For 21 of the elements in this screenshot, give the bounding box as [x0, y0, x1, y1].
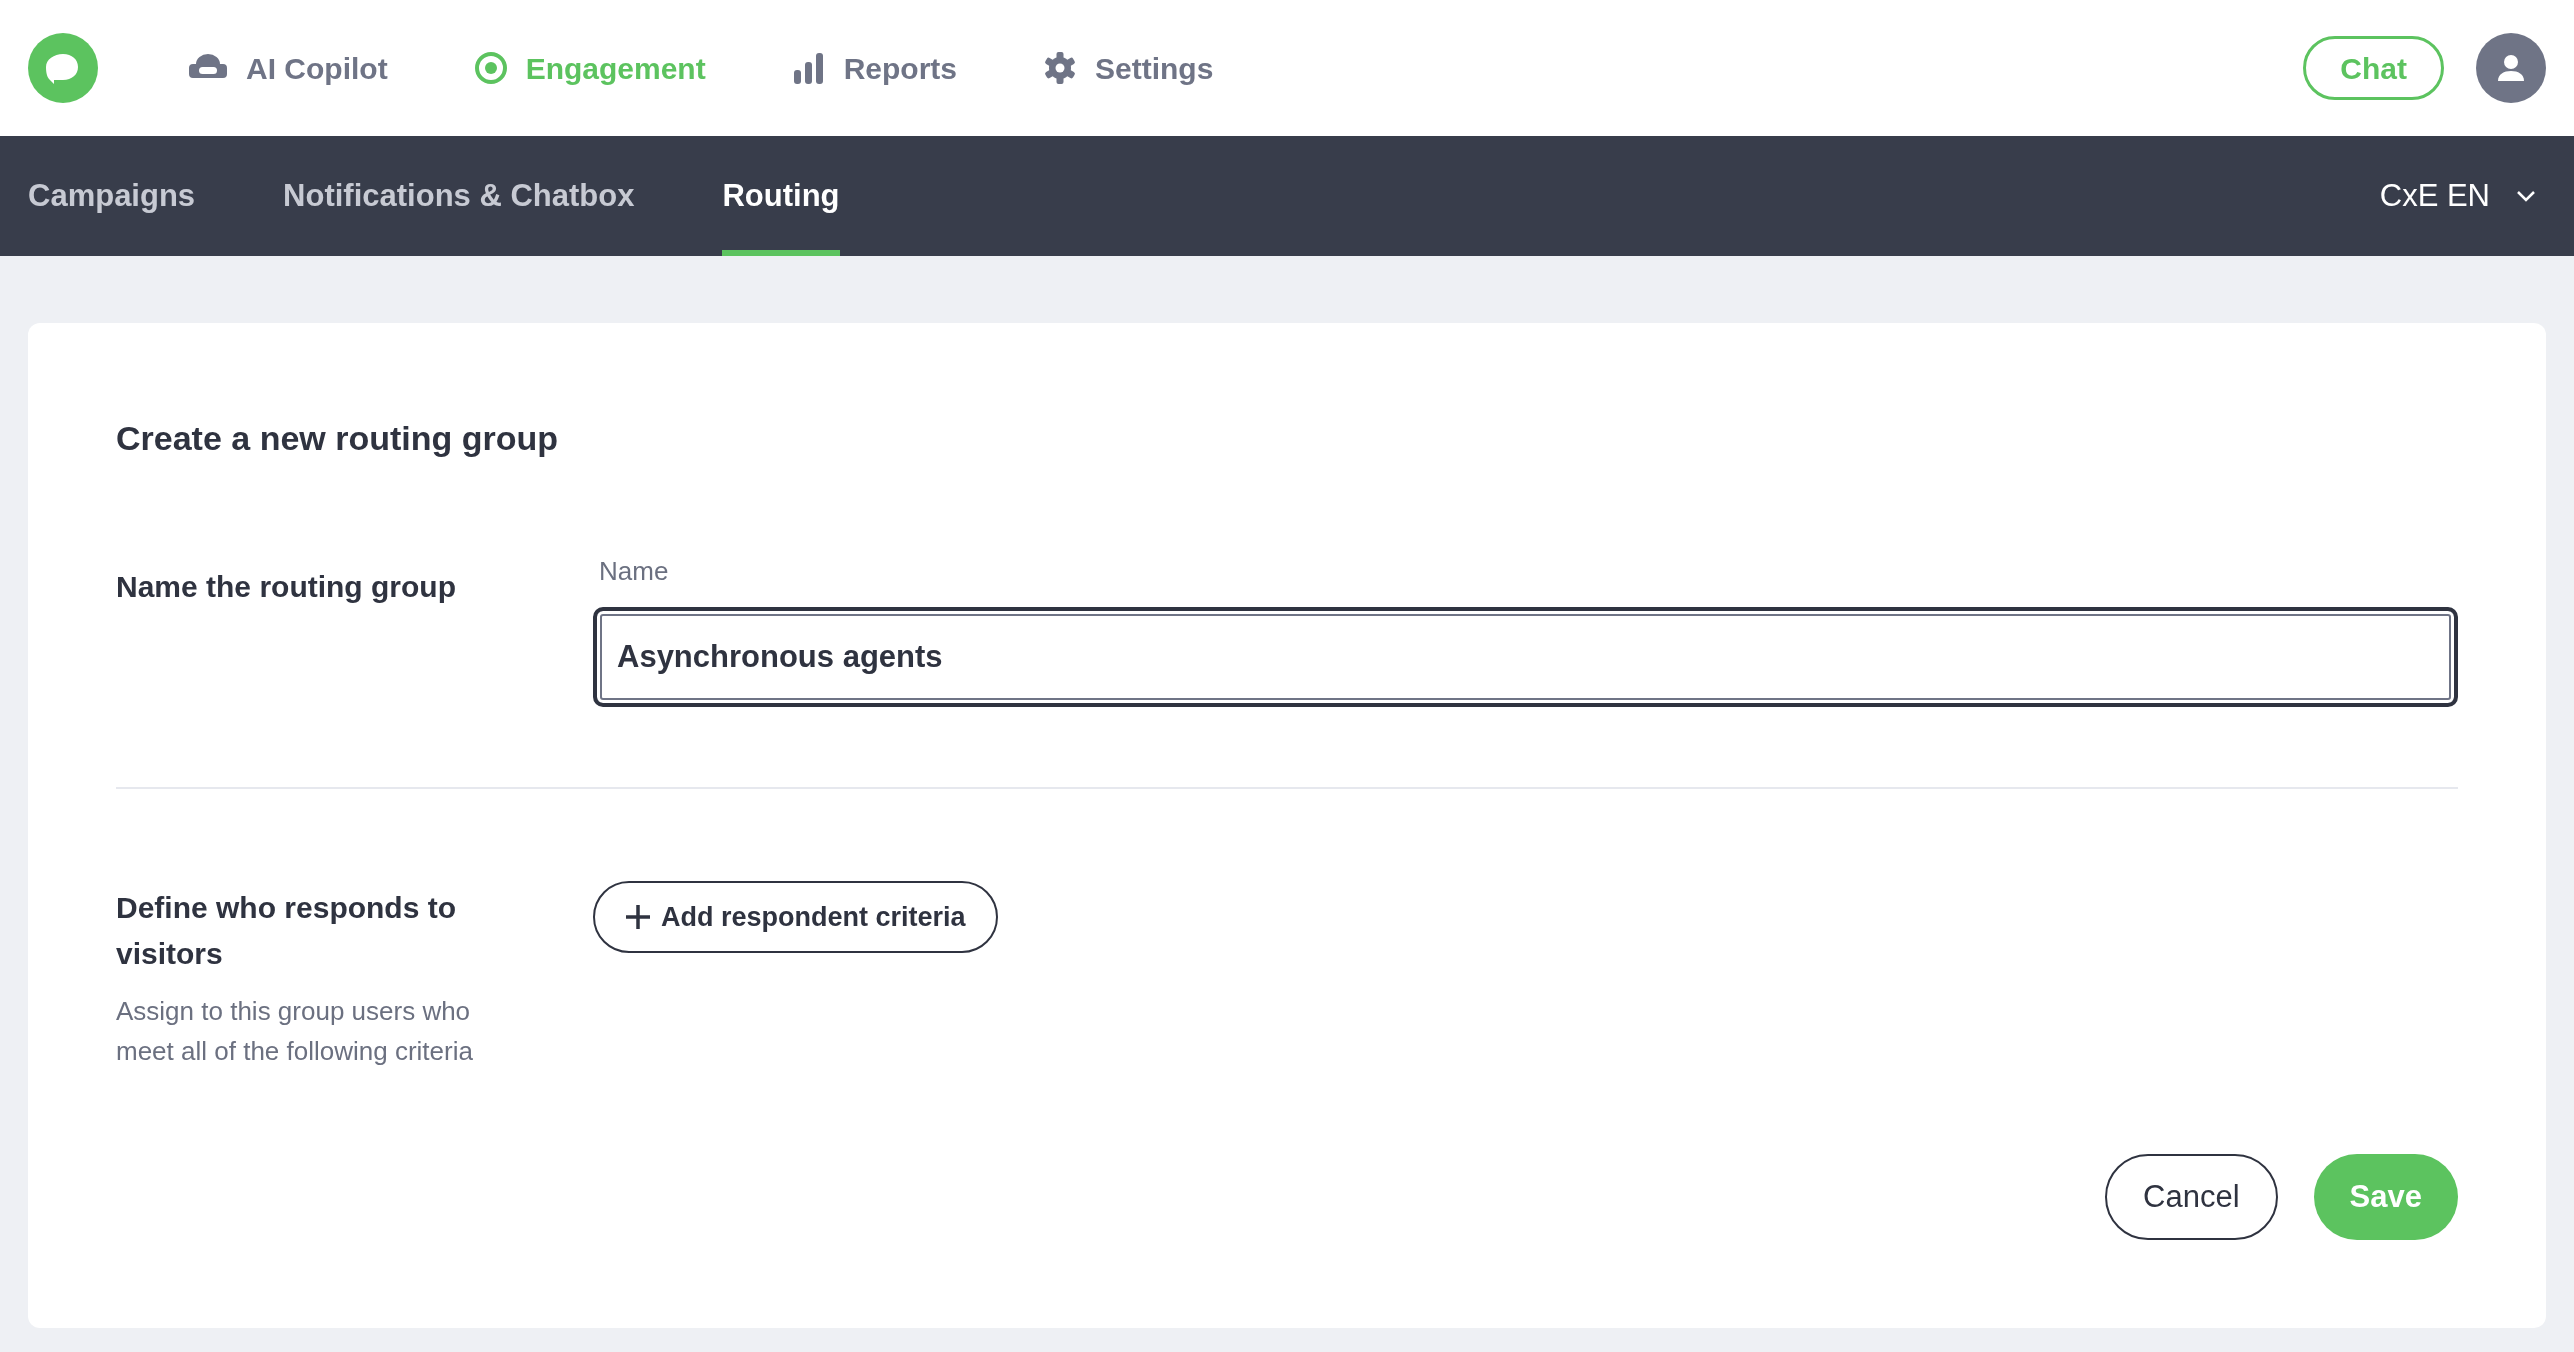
nav-item[interactable]: Settings — [1043, 45, 1214, 91]
section-heading: Name the routing group — [116, 569, 457, 605]
nav-item[interactable]: Reports — [791, 45, 958, 91]
form-title: Create a new routing group — [116, 418, 560, 459]
section-heading: Define who responds to visitors — [116, 890, 458, 972]
target-icon — [473, 51, 508, 85]
add-criteria-button[interactable]: Add respondent criteria — [593, 881, 998, 953]
field-label: Name — [599, 555, 669, 588]
user-avatar-icon[interactable] — [2476, 33, 2546, 103]
chevron-down-icon — [2516, 190, 2536, 202]
name-input-field[interactable]: Asynchronous agents — [593, 607, 2458, 707]
sub-tab[interactable]: Campaigns — [28, 136, 196, 256]
sub-tab[interactable]: Routing — [722, 136, 840, 256]
nav-item[interactable]: AI Copilot — [188, 45, 388, 91]
workspace-dropdown[interactable]: CxE EN — [2379, 136, 2546, 256]
settings-icon — [1043, 51, 1078, 85]
section-description: Assign to this group users who meet all of the following criteria — [116, 995, 474, 1068]
cancel-button[interactable]: Cancel — [2105, 1154, 2278, 1240]
sub-tab[interactable]: Notifications & Chatbox — [283, 136, 635, 256]
plus-icon — [625, 904, 651, 930]
bar-chart-icon — [791, 52, 826, 84]
